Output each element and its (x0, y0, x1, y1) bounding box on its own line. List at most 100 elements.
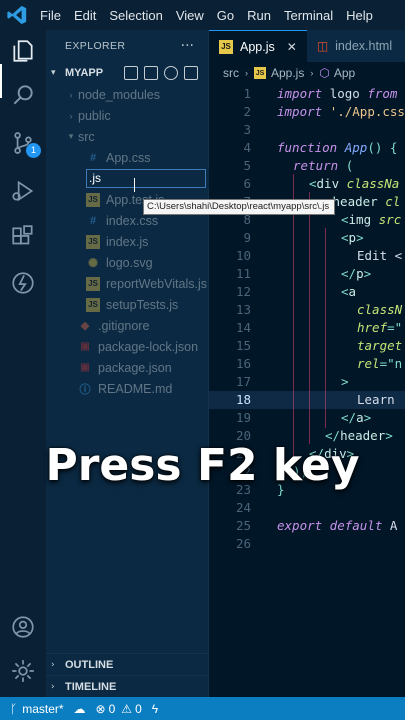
code-text: Learn (357, 391, 402, 409)
tree-item-label: index.js (106, 234, 149, 249)
code-line: 2 import './App.css (209, 103, 405, 121)
more-actions-icon[interactable]: ··· (181, 38, 194, 54)
explorer-title: EXPLORER (65, 40, 126, 52)
tree-item[interactable]: JS reportWebVitals.js (46, 273, 208, 294)
refresh-icon[interactable] (164, 66, 178, 80)
css-file-icon: # (89, 151, 97, 164)
menu-edit[interactable]: Edit (74, 8, 96, 23)
tree-item-label: setupTests.js (106, 297, 179, 312)
code-text: </a> (341, 409, 371, 427)
outline-label: OUTLINE (65, 658, 114, 671)
tree-item[interactable]: ▣ package-lock.json (46, 336, 208, 357)
new-folder-icon[interactable] (144, 66, 158, 80)
timeline-section[interactable]: › TIMELINE (46, 675, 209, 697)
tree-item[interactable]: # App.css (46, 147, 208, 168)
tree-item[interactable]: ✺ logo.svg (46, 252, 208, 273)
run-debug-icon[interactable] (8, 176, 38, 206)
live-icon[interactable]: ϟ (152, 702, 158, 716)
extensions-icon[interactable] (8, 222, 38, 252)
menu-help[interactable]: Help (346, 8, 373, 23)
settings-icon[interactable] (8, 656, 38, 686)
source-control-badge: 1 (26, 143, 41, 158)
new-file-icon[interactable] (124, 66, 138, 80)
tab-app-js[interactable]: JS App.js ✕ (209, 30, 307, 62)
code-token: from (367, 86, 398, 101)
sun-file-icon: ✺ (87, 255, 99, 270)
menu-run[interactable]: Run (247, 8, 271, 23)
code-line: 17 > (209, 373, 405, 391)
line-number: 9 (243, 230, 251, 245)
code-token: < (309, 176, 317, 191)
source-control-icon[interactable]: 1 (8, 128, 41, 158)
code-text: <p> (341, 229, 364, 247)
tree-item[interactable]: ▾ src (46, 126, 208, 147)
tree-item[interactable]: › node_modules (46, 84, 208, 105)
code-line: 13 classN (209, 301, 405, 319)
code-token: rel (357, 356, 380, 371)
rename-input[interactable]: .js (86, 169, 206, 188)
tab-label: index.html (335, 39, 393, 53)
outline-section[interactable]: › OUTLINE (46, 653, 209, 675)
menu-file[interactable]: File (40, 8, 61, 23)
breadcrumb-file[interactable]: App.js (271, 66, 304, 80)
explorer-icon[interactable] (8, 36, 38, 66)
branch-indicator[interactable]: ᚴ master* (10, 702, 64, 716)
code-token: import (277, 86, 330, 101)
code-token: src (378, 212, 402, 227)
code-token: div (316, 176, 347, 191)
menu-selection[interactable]: Selection (109, 8, 162, 23)
tree-item[interactable]: JS index.js (46, 231, 208, 252)
line-number: 10 (235, 248, 251, 263)
tree-item[interactable]: JS setupTests.js (46, 294, 208, 315)
code-text: <header cl (325, 193, 400, 211)
code-line: 14 href=" (209, 319, 405, 337)
git-branch-icon: ᚴ (10, 701, 18, 716)
breadcrumb-symbol[interactable]: App (334, 66, 355, 80)
indent-guide (309, 192, 310, 444)
code-token: < (341, 230, 349, 245)
line-number: 26 (235, 536, 251, 551)
code-line: 12 <a (209, 283, 405, 301)
code-text: > (341, 373, 349, 391)
menu-terminal[interactable]: Terminal (284, 8, 333, 23)
menu-view[interactable]: View (176, 8, 204, 23)
account-icon[interactable] (8, 612, 38, 642)
code-line: 25 export default A (209, 517, 405, 535)
problems-indicator[interactable]: ⊗ 0 ⚠ 0 (96, 702, 142, 716)
indent-guide (325, 228, 326, 428)
tree-item-label: package-lock.json (98, 339, 199, 354)
line-number: 4 (243, 140, 251, 155)
explorer-sidebar: EXPLORER ··· ▾ MYAPP › node_modules › publi… (46, 30, 209, 697)
chevron-down-icon: ▾ (51, 68, 56, 78)
line-number: 19 (235, 410, 251, 425)
code-line: 3 (209, 121, 405, 139)
line-number: 25 (235, 518, 251, 533)
code-token: target (357, 338, 403, 353)
css-file-icon: # (89, 214, 97, 227)
line-number: 6 (243, 176, 251, 191)
warning-icon: ⚠ (121, 701, 133, 716)
code-token: logo (329, 86, 368, 101)
collapse-all-icon[interactable] (184, 66, 198, 80)
line-number: 14 (235, 320, 251, 335)
line-number: 12 (235, 284, 251, 299)
tree-item[interactable]: ◆ .gitignore (46, 315, 208, 336)
code-token: './App.css (329, 104, 405, 119)
code-text: return ( (293, 157, 353, 175)
search-icon[interactable] (8, 80, 38, 110)
code-token: > (363, 266, 372, 281)
close-icon[interactable]: ✕ (287, 40, 297, 54)
breadcrumb-src[interactable]: src (223, 66, 239, 80)
code-line: 9 <p> (209, 229, 405, 247)
code-text: rel="n (357, 355, 402, 373)
tree-item[interactable]: › public (46, 105, 208, 126)
menu-go[interactable]: Go (217, 8, 234, 23)
tree-item[interactable]: ⓘ README.md (46, 378, 208, 399)
code-text: <div classNa (309, 175, 399, 193)
sync-indicator[interactable]: ☁ (74, 702, 86, 716)
remote-icon[interactable] (8, 268, 38, 298)
project-section-header[interactable]: ▾ MYAPP (46, 62, 208, 84)
tab-index-html[interactable]: ◫ index.html (307, 30, 402, 62)
code-token: > (363, 410, 372, 425)
tree-item[interactable]: ▣ package.json (46, 357, 208, 378)
